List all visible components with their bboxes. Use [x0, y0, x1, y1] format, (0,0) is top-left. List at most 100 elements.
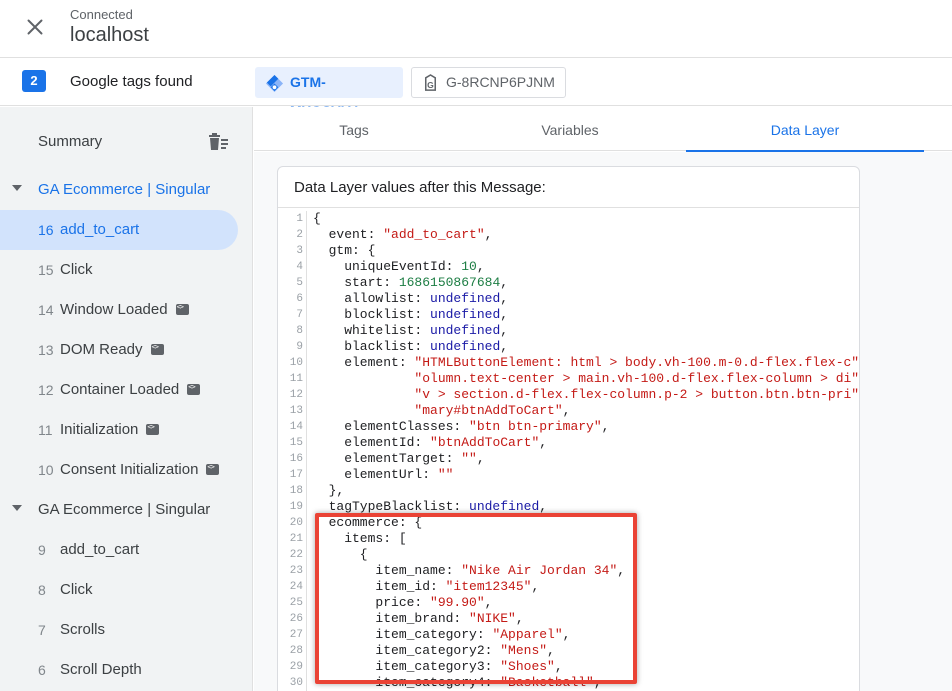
code-line: 17 elementUrl: "" — [278, 467, 859, 483]
code-icon — [150, 343, 164, 355]
code-text: uniqueEventId: 10, — [313, 259, 485, 274]
line-number: 24 — [289, 581, 303, 593]
code-text: blocklist: undefined, — [313, 307, 509, 322]
code-text: item_category4: "Basketball", — [313, 675, 602, 690]
tag-icon: G — [424, 74, 437, 91]
event-item[interactable]: 13 DOM Ready — [0, 330, 238, 370]
code-line: 16 elementTarget: "", — [278, 451, 859, 467]
code-text: "mary#btnAddToCart", — [414, 403, 571, 418]
code-text: tagTypeBlacklist: undefined, — [313, 499, 548, 514]
code-text: item_category: "Apparel", — [313, 627, 571, 642]
event-item[interactable]: 15 Click — [0, 250, 238, 290]
event-item[interactable]: 16 add_to_cart — [0, 210, 238, 250]
event-number: 6 — [38, 662, 46, 678]
event-number: 13 — [38, 342, 54, 358]
svg-text:G: G — [427, 80, 434, 90]
event-label: DOM Ready — [60, 341, 143, 358]
event-item[interactable]: 8 Click — [0, 570, 238, 610]
code-icon — [175, 303, 189, 315]
code-text: gtm: { — [313, 243, 376, 258]
event-number: 12 — [38, 382, 54, 398]
line-number: 12 — [289, 389, 303, 401]
data-layer-card: Data Layer values after this Message: 1{… — [277, 166, 860, 691]
event-item[interactable]: 10 Consent Initialization — [0, 450, 238, 490]
tab-tags[interactable]: Tags — [254, 107, 454, 151]
code-text: blacklist: undefined, — [313, 339, 509, 354]
line-number: 19 — [289, 501, 303, 513]
line-number: 8 — [296, 325, 303, 337]
line-number: 18 — [289, 485, 303, 497]
event-number: 16 — [38, 222, 54, 238]
message-group[interactable]: GA Ecommerce | Singular — [0, 490, 253, 530]
code-text: elementClasses: "btn btn-primary", — [313, 419, 610, 434]
code-line: 3 gtm: { — [278, 243, 859, 259]
code-text: allowlist: undefined, — [313, 291, 509, 306]
code-text: start: 1686150867684, — [313, 275, 509, 290]
data-layer-title: Data Layer values after this Message: — [294, 179, 546, 196]
code-line: 2 event: "add_to_cart", — [278, 227, 859, 243]
code-text: "olumn.text-center > main.vh-100.d-flex.… — [414, 371, 860, 386]
code-text: ecommerce: { — [313, 515, 423, 530]
clear-list-icon[interactable] — [206, 132, 230, 152]
code-line: 5 start: 1686150867684, — [278, 275, 859, 291]
code-icon — [187, 383, 201, 395]
event-sidebar: Summary GA Ecommerce | Singular 16 add_t… — [0, 107, 253, 691]
close-button[interactable] — [22, 14, 48, 40]
connection-header: Connected localhost — [0, 0, 952, 58]
code-line: 4 uniqueEventId: 10, — [278, 259, 859, 275]
detail-tabs: Tags Variables Data Layer — [254, 107, 952, 152]
line-number: 13 — [289, 405, 303, 417]
tags-found-label: Google tags found — [70, 73, 193, 90]
tab-variables[interactable]: Variables — [454, 107, 686, 151]
event-item[interactable]: 9 add_to_cart — [0, 530, 238, 570]
line-number: 27 — [289, 629, 303, 641]
caret-down-icon — [12, 185, 22, 191]
code-text: item_name: "Nike Air Jordan 34", — [313, 563, 626, 578]
code-line: 19 tagTypeBlacklist: undefined, — [278, 499, 859, 515]
code-line: 27 item_category: "Apparel", — [278, 627, 859, 643]
line-number: 2 — [296, 229, 303, 241]
code-line: 15 elementId: "btnAddToCart", — [278, 435, 859, 451]
line-number: 16 — [289, 453, 303, 465]
container-chip-ga[interactable]: G G-8RCNP6PJNM — [411, 67, 566, 98]
data-layer-code[interactable]: 1{2 event: "add_to_cart", 3 gtm: {4 uniqu… — [278, 211, 860, 691]
code-line: 30 item_category4: "Basketball", — [278, 675, 859, 691]
line-number: 17 — [289, 469, 303, 481]
event-item[interactable]: 14 Window Loaded — [0, 290, 238, 330]
line-number: 5 — [296, 277, 303, 289]
summary-link[interactable]: Summary — [38, 133, 102, 150]
line-number: 26 — [289, 613, 303, 625]
tab-data-layer[interactable]: Data Layer — [686, 107, 924, 152]
event-number: 8 — [38, 582, 46, 598]
code-text: { — [313, 547, 368, 562]
tags-found-bar: 2 Google tags found GTM-MXGSVLV G G-8RCN… — [0, 58, 952, 119]
code-line: 21 items: [ — [278, 531, 859, 547]
event-number: 14 — [38, 302, 54, 318]
code-line: 29 item_category3: "Shoes", — [278, 659, 859, 675]
line-number: 25 — [289, 597, 303, 609]
caret-down-icon — [12, 505, 22, 511]
event-number: 7 — [38, 622, 46, 638]
event-item[interactable]: 7 Scrolls — [0, 610, 238, 650]
line-number: 28 — [289, 645, 303, 657]
event-label: Container Loaded — [60, 381, 180, 398]
card-divider — [278, 207, 859, 208]
line-number: 22 — [289, 549, 303, 561]
line-number: 4 — [296, 261, 303, 273]
container-chip-gtm[interactable]: GTM-MXGSVLV — [255, 67, 403, 119]
event-item[interactable]: 11 Initialization — [0, 410, 238, 450]
message-group[interactable]: GA Ecommerce | Singular — [0, 170, 253, 210]
message-group-label: GA Ecommerce | Singular — [38, 501, 211, 518]
event-item[interactable]: 6 Scroll Depth — [0, 650, 238, 690]
event-label: Click — [60, 261, 93, 278]
code-line: 20 ecommerce: { — [278, 515, 859, 531]
event-label: Initialization — [60, 421, 139, 438]
event-number: 15 — [38, 262, 54, 278]
event-item[interactable]: 12 Container Loaded — [0, 370, 238, 410]
code-line: 13 "mary#btnAddToCart", — [278, 403, 859, 419]
connection-status: Connected — [70, 7, 133, 22]
code-icon — [206, 463, 220, 475]
code-line: 7 blocklist: undefined, — [278, 307, 859, 323]
code-text: items: [ — [313, 531, 407, 546]
event-label: Scrolls — [60, 621, 106, 638]
